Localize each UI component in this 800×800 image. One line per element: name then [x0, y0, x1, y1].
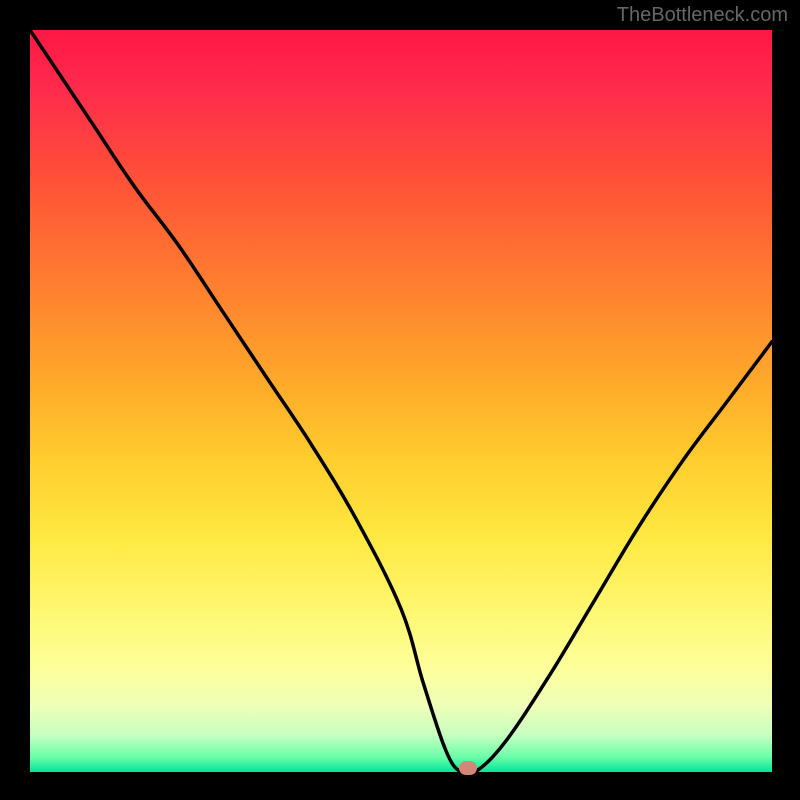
optimum-marker — [459, 761, 477, 775]
bottleneck-curve — [30, 30, 772, 772]
chart-plot-area — [30, 30, 772, 772]
attribution-text: TheBottleneck.com — [617, 4, 788, 27]
